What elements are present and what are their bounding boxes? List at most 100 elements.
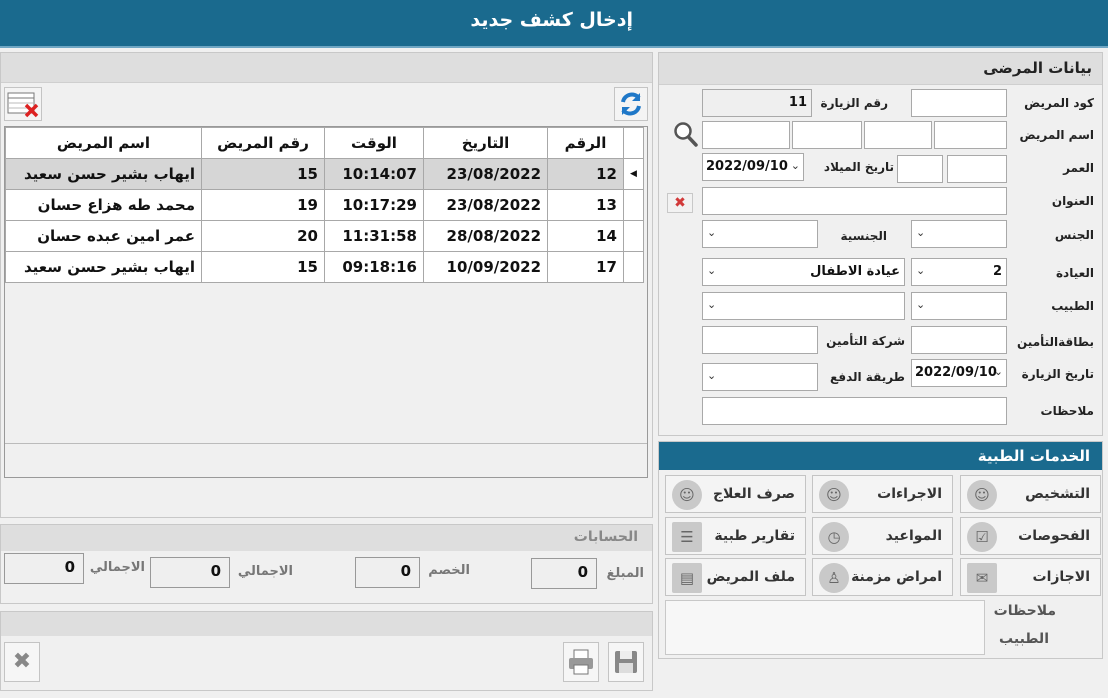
table-footer bbox=[5, 443, 647, 477]
doctor-icon: ☺ bbox=[819, 480, 849, 510]
column-header-patient-number[interactable]: رقم المريض bbox=[201, 127, 325, 159]
column-header-time[interactable]: الوقت bbox=[324, 127, 424, 159]
gender-select[interactable]: ⌄ bbox=[911, 220, 1007, 248]
discount-field: 0 bbox=[355, 557, 420, 588]
checklist-icon: ☑ bbox=[967, 522, 997, 552]
notes-input[interactable] bbox=[702, 397, 1007, 425]
visit-number-field: 11 bbox=[702, 89, 812, 117]
patient-name-part-3[interactable] bbox=[792, 121, 862, 149]
actions-header bbox=[1, 612, 652, 636]
patient-panel-header: بيانات المرضى bbox=[659, 53, 1102, 85]
patient-name-part-2[interactable] bbox=[864, 121, 932, 149]
insurance-card-input[interactable] bbox=[911, 326, 1007, 354]
visit-number-label: رقم الزيارة bbox=[820, 96, 888, 110]
save-button[interactable] bbox=[608, 642, 644, 682]
nationality-select[interactable]: ⌄ bbox=[702, 220, 818, 248]
cell-patient-number: 20 bbox=[201, 220, 325, 252]
doctor-label: الطبيب bbox=[1051, 299, 1094, 313]
cell-date: 28/08/2022 bbox=[423, 220, 548, 252]
age-label: العمر bbox=[1063, 161, 1094, 175]
delete-row-button[interactable] bbox=[4, 87, 42, 121]
age-unit-input[interactable] bbox=[897, 155, 943, 183]
chevron-down-icon: ⌄ bbox=[916, 298, 926, 311]
table-row[interactable]: ◀ 12 23/08/2022 10:14:07 15 ايهاب بشير ح… bbox=[5, 158, 644, 190]
close-icon: ✖ bbox=[674, 195, 686, 211]
chevron-down-icon: ⌄ bbox=[707, 264, 717, 277]
clock-add-icon: ◷ bbox=[819, 522, 849, 552]
clear-address-button[interactable]: ✖ bbox=[667, 193, 693, 213]
cell-patient-name: ايهاب بشير حسن سعيد bbox=[5, 158, 202, 190]
payment-method-select[interactable]: ⌄ bbox=[702, 363, 818, 391]
leaves-button[interactable]: الاجازات ✉ bbox=[960, 558, 1101, 596]
search-icon[interactable] bbox=[672, 120, 700, 150]
patient-file-button[interactable]: ملف المريض ▤ bbox=[665, 558, 806, 596]
accounts-header: الحسابات bbox=[1, 525, 652, 551]
cell-date: 10/09/2022 bbox=[423, 251, 548, 283]
address-label: العنوان bbox=[1051, 194, 1094, 208]
table-row[interactable]: 17 10/09/2022 09:18:16 15 ايهاب بشير حسن… bbox=[5, 251, 644, 283]
column-header-patient-name[interactable]: اسم المريض bbox=[5, 127, 202, 159]
birthdate-label: تاريخ الميلاد bbox=[823, 160, 894, 174]
table-row[interactable]: 13 23/08/2022 10:17:29 19 محمد طه هزاع ح… bbox=[5, 189, 644, 221]
cell-patient-number: 15 bbox=[201, 251, 325, 283]
grand-total-field: 0 bbox=[4, 553, 84, 584]
person-icon: ♙ bbox=[819, 563, 849, 593]
doctor-code-select[interactable]: ⌄ bbox=[911, 292, 1007, 320]
patient-code-input[interactable] bbox=[911, 89, 1007, 117]
total-field: 0 bbox=[150, 557, 230, 588]
patient-name-label: اسم المريض bbox=[1019, 128, 1094, 142]
cell-number: 14 bbox=[547, 220, 624, 252]
cell-patient-name: محمد طه هزاع حسان bbox=[5, 189, 202, 221]
refresh-icon bbox=[621, 92, 641, 116]
clinic-select[interactable]: عيادة الاطفال ⌄ bbox=[702, 258, 905, 286]
cell-time: 10:14:07 bbox=[324, 158, 424, 190]
doctor-select[interactable]: ⌄ bbox=[702, 292, 905, 320]
chronic-diseases-button[interactable]: امراض مزمنة ♙ bbox=[812, 558, 953, 596]
printer-icon bbox=[569, 649, 593, 675]
age-input[interactable] bbox=[947, 155, 1007, 183]
chevron-down-icon: ⌄ bbox=[707, 226, 717, 239]
visit-date-picker[interactable]: 2022/09/10 ⌄ bbox=[911, 359, 1007, 387]
procedures-button[interactable]: الاجراءات ☺ bbox=[812, 475, 953, 513]
gender-label: الجنس bbox=[1054, 228, 1094, 242]
insurance-company-label: شركة التأمين bbox=[826, 334, 905, 348]
cell-date: 23/08/2022 bbox=[423, 189, 548, 221]
files-icon: ▤ bbox=[672, 563, 702, 593]
visits-table-container: الرقم التاريخ الوقت رقم المريض اسم المري… bbox=[4, 126, 648, 478]
cell-number: 13 bbox=[547, 189, 624, 221]
cell-date: 23/08/2022 bbox=[423, 158, 548, 190]
birthdate-picker[interactable]: 2022/09/10 ⌄ bbox=[702, 153, 804, 181]
address-input[interactable] bbox=[702, 187, 1007, 215]
cell-number: 17 bbox=[547, 251, 624, 283]
chevron-down-icon: ⌄ bbox=[707, 369, 717, 382]
patient-name-part-1[interactable] bbox=[934, 121, 1007, 149]
doctor-notes-input[interactable] bbox=[665, 600, 985, 655]
column-header-date[interactable]: التاريخ bbox=[423, 127, 548, 159]
table-row[interactable]: 14 28/08/2022 11:31:58 20 عمر امين عبده … bbox=[5, 220, 644, 252]
clinic-code-select[interactable]: 2 ⌄ bbox=[911, 258, 1007, 286]
refresh-button[interactable] bbox=[614, 87, 648, 121]
notebook-icon: ☰ bbox=[672, 522, 702, 552]
cell-patient-number: 15 bbox=[201, 158, 325, 190]
examinations-button[interactable]: الفحوصات ☑ bbox=[960, 517, 1101, 555]
insurance-company-input[interactable] bbox=[702, 326, 818, 354]
appointments-button[interactable]: المواعيد ◷ bbox=[812, 517, 953, 555]
cell-time: 11:31:58 bbox=[324, 220, 424, 252]
nationality-label: الجنسية bbox=[840, 229, 887, 243]
cell-patient-name: ايهاب بشير حسن سعيد bbox=[5, 251, 202, 283]
print-button[interactable] bbox=[563, 642, 599, 682]
chevron-down-icon: ⌄ bbox=[916, 226, 926, 239]
diagnosis-button[interactable]: التشخيص ☺ bbox=[960, 475, 1101, 513]
table-header-row: الرقم التاريخ الوقت رقم المريض اسم المري… bbox=[5, 127, 644, 159]
dispense-treatment-button[interactable]: صرف العلاج ☺ bbox=[665, 475, 806, 513]
payment-method-label: طريقة الدفع bbox=[830, 370, 905, 384]
total-label: الاجمالي bbox=[237, 564, 293, 579]
medical-reports-button[interactable]: تقارير طبية ☰ bbox=[665, 517, 806, 555]
close-button[interactable]: ✖ bbox=[4, 642, 40, 682]
column-header-number[interactable]: الرقم bbox=[547, 127, 624, 159]
window-title: إدخال كشف جديد bbox=[470, 9, 633, 31]
patient-name-part-4[interactable] bbox=[702, 121, 790, 149]
doctor-notes-label-2: الطبيب bbox=[999, 631, 1049, 647]
window-title-bar: إدخال كشف جديد bbox=[0, 0, 1108, 48]
cell-number: 12 bbox=[547, 158, 624, 190]
